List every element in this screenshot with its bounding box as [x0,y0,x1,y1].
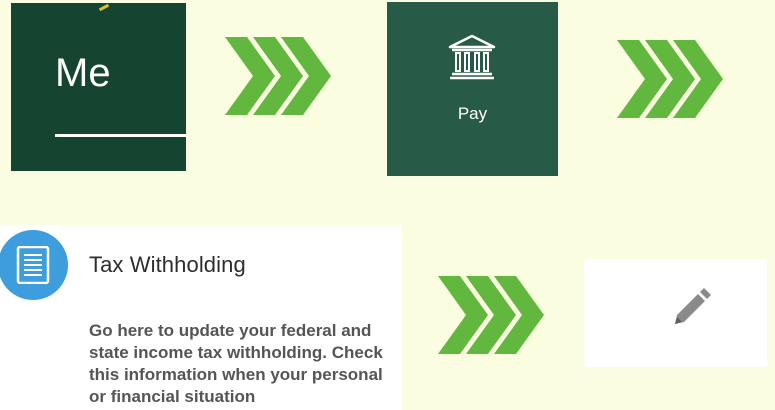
tax-withholding-title: Tax Withholding [89,252,246,277]
me-label: Me [55,51,111,95]
pencil-icon[interactable] [669,286,713,330]
triple-chevron-right-icon [225,37,331,115]
triple-chevron-right-icon [438,276,544,354]
me-underline [55,134,186,137]
tax-withholding-card[interactable]: Tax Withholding Go here to update your f… [0,225,402,410]
triple-chevron-right-icon [617,40,723,118]
accent-mark [98,3,110,12]
pay-label: Pay [457,104,488,123]
document-icon [0,230,68,300]
tax-withholding-description: Go here to update your federal and state… [89,321,383,406]
pay-tile[interactable]: Pay [387,2,558,176]
bank-icon [448,34,496,80]
edit-tile[interactable] [584,259,767,367]
me-tile[interactable]: Me [11,3,186,171]
